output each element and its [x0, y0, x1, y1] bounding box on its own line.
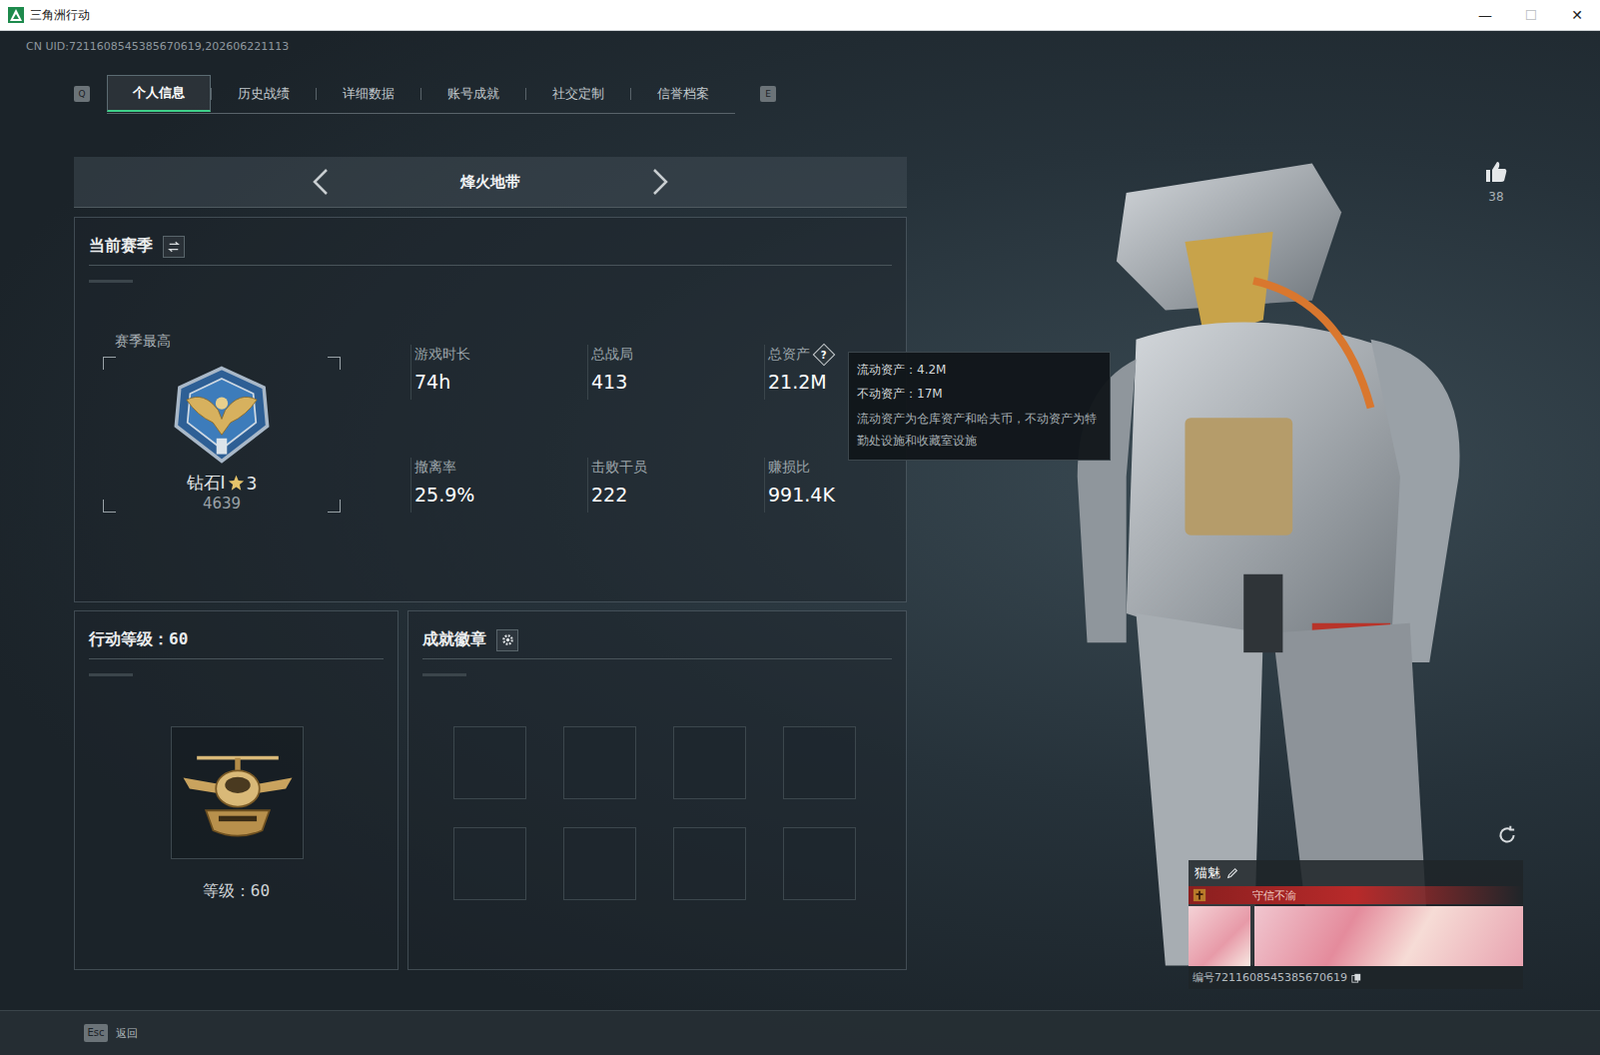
- title-bar: 三角洲行动 —☐✕: [0, 0, 1600, 31]
- mode-selector: 烽火地带: [73, 156, 907, 208]
- tab[interactable]: 信誉档案: [631, 74, 736, 112]
- mode-label: 烽火地带: [450, 172, 531, 192]
- badge-slot[interactable]: [453, 726, 527, 800]
- tab[interactable]: 详细数据: [316, 74, 421, 112]
- badge-slot[interactable]: [673, 826, 747, 900]
- window-control-button: ☐: [1508, 0, 1555, 30]
- tag-emblem-icon: [1192, 887, 1207, 902]
- game-window: 三角洲行动 —☐✕CN UID:7211608545385670619,20260…: [0, 0, 1600, 1055]
- like-button[interactable]: 38: [1484, 159, 1509, 204]
- rank-name: 钻石I3: [186, 471, 258, 495]
- stat: 赚损比991.4K: [764, 457, 941, 513]
- tab[interactable]: 账号成就: [421, 74, 526, 112]
- star-icon: [227, 474, 245, 492]
- stat: 游戏时长74h: [410, 344, 588, 400]
- edit-icon[interactable]: [1226, 866, 1239, 879]
- rotate-icon[interactable]: [1496, 823, 1519, 846]
- tab[interactable]: 个人信息: [106, 74, 211, 112]
- rank-score: 4639: [202, 494, 241, 513]
- player-tag: 守信不渝: [1188, 885, 1524, 904]
- window-control-button[interactable]: —: [1462, 0, 1509, 30]
- badge-slot[interactable]: [453, 826, 527, 900]
- uid-label: CN UID:7211608545385670619,202606221113: [0, 30, 1600, 55]
- back-label[interactable]: 返回: [115, 1025, 138, 1041]
- rank-frame: 钻石I34639: [102, 356, 341, 513]
- badge-slot[interactable]: [673, 726, 747, 800]
- chevron-left-icon[interactable]: [310, 166, 331, 197]
- badge-slot[interactable]: [563, 726, 637, 800]
- swap-icon[interactable]: [162, 235, 185, 258]
- season-panel: 当前赛季赛季最高钻石I34639游戏时长74h总战局413总资产?21.2M撤离…: [73, 216, 907, 603]
- avatar-picture: [1188, 905, 1251, 966]
- banner-picture: [1254, 905, 1524, 966]
- stat: 撤离率25.9%: [410, 457, 588, 513]
- diamond-rank-badge-icon: [162, 364, 281, 466]
- level-caption: 等级：60: [74, 880, 398, 902]
- chevron-right-icon[interactable]: [650, 166, 671, 197]
- player-name: 猫魅: [1194, 863, 1221, 882]
- gear-icon[interactable]: [496, 629, 519, 652]
- badge-slot[interactable]: [783, 726, 856, 800]
- badges-panel: 成就徽章: [407, 610, 907, 970]
- player-card: 猫魅守信不渝编号7211608545385670619: [1188, 859, 1524, 989]
- season-best-label: 赛季最高: [114, 332, 341, 351]
- badge-slot[interactable]: [563, 826, 637, 900]
- esc-key[interactable]: Esc: [83, 1023, 108, 1042]
- stat: 总战局413: [587, 344, 765, 400]
- tab[interactable]: 社交定制: [526, 74, 631, 112]
- player-id: 编号7211608545385670619: [1192, 969, 1348, 985]
- badge-slot[interactable]: [783, 826, 856, 900]
- badges-title: 成就徽章: [422, 629, 487, 651]
- level-title: 行动等级：60: [88, 629, 188, 651]
- operator-figure: [1018, 149, 1489, 979]
- level-emblem: [170, 726, 304, 859]
- help-icon[interactable]: ?: [812, 343, 836, 367]
- next-tab-key[interactable]: E: [760, 85, 777, 102]
- stat: 击败干员222: [587, 457, 765, 513]
- tab-bar: Q 个人信息历史战绩详细数据账号成就社交定制信誉档案 E: [73, 74, 907, 113]
- season-title: 当前赛季: [88, 235, 153, 257]
- operator-stage: 38 猫魅守信不渝编号7211608545385670619: [906, 54, 1600, 1010]
- level-panel: 行动等级：60 等级：60: [73, 610, 399, 970]
- helicopter-emblem-icon: [178, 743, 297, 843]
- window-title: 三角洲行动: [29, 6, 90, 24]
- footer-bar: Esc 返回: [0, 1009, 1600, 1055]
- tab[interactable]: 历史战绩: [211, 74, 316, 112]
- game-logo-icon: [7, 6, 24, 23]
- copy-icon[interactable]: [1351, 972, 1362, 983]
- prev-tab-key[interactable]: Q: [73, 85, 90, 102]
- window-control-button[interactable]: ✕: [1554, 0, 1600, 30]
- like-count: 38: [1488, 189, 1504, 204]
- assets-tooltip: 流动资产：4.2M不动资产：17M流动资产为仓库资产和哈夫币，不动资产为特勤处设…: [847, 351, 1111, 461]
- thumbs-up-icon[interactable]: [1484, 159, 1509, 184]
